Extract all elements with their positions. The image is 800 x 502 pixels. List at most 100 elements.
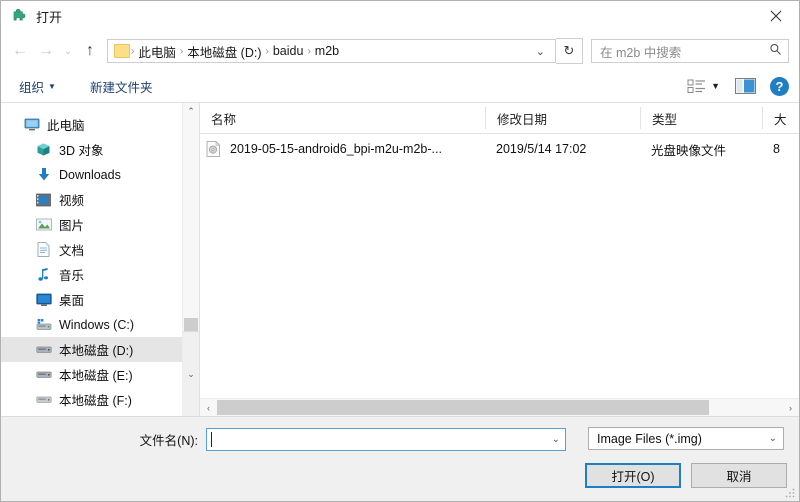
file-name-text: 2019-05-15-android6_bpi-m2u-m2b-... xyxy=(230,142,442,156)
breadcrumb-item-3[interactable]: m2b xyxy=(312,44,342,58)
new-folder-button[interactable]: 新建文件夹 xyxy=(86,75,157,98)
sidebar-item-label: Windows (C:) xyxy=(59,317,135,332)
video-icon xyxy=(35,191,52,208)
sidebar-item-label: 图片 xyxy=(59,219,85,233)
chevron-down-icon: ▼ xyxy=(48,81,56,91)
search-placeholder: 在 m2b 中搜索 xyxy=(600,45,682,60)
sidebar-item-desktop[interactable]: 桌面 xyxy=(1,287,182,312)
filename-label: 文件名(N): xyxy=(139,433,198,448)
sidebar-item-3d-objects[interactable]: 3D 对象 xyxy=(1,137,182,162)
scroll-up-arrow[interactable]: ⌃ xyxy=(183,103,199,120)
file-list-horizontal-scrollbar[interactable]: ‹ › xyxy=(200,398,799,416)
close-icon[interactable] xyxy=(753,1,799,31)
sidebar-item-pictures[interactable]: 图片 xyxy=(1,212,182,237)
search-icon xyxy=(769,43,782,59)
resize-grip[interactable] xyxy=(784,487,796,499)
sidebar-item-videos[interactable]: 视频 xyxy=(1,187,182,212)
sidebar-item-local-disk-f[interactable]: 本地磁盘 (F:) xyxy=(1,387,182,412)
column-header-label: 名称 xyxy=(211,112,237,127)
window-title: 打开 xyxy=(36,10,63,25)
sidebar-item-label: 本地磁盘 (E:) xyxy=(59,369,133,383)
open-file-dialog: 打开 ← → ⌄ ↑ › 此电脑 › 本地磁盘 (D:) › baidu › m… xyxy=(0,0,800,502)
sidebar-item-label: Downloads xyxy=(59,167,121,182)
sidebar-item-label: 音乐 xyxy=(59,269,85,283)
text-cursor xyxy=(211,431,212,447)
sidebar-item-label: 3D 对象 xyxy=(59,144,104,158)
cube-icon xyxy=(35,141,52,158)
filename-input[interactable]: ⌄ xyxy=(206,427,566,451)
dialog-body: 此电脑 3D 对象 Downloads 视频 图片 文档 音乐 桌面 Windo… xyxy=(1,103,799,416)
refresh-button[interactable]: ↻ xyxy=(556,38,583,64)
forward-button[interactable]: → xyxy=(33,38,59,64)
file-list-pane: 名称 ⌃ 修改日期 类型 大 2019-05-15-android6_bpi-m… xyxy=(200,103,799,416)
scrollbar-thumb[interactable] xyxy=(217,400,709,415)
sort-ascending-icon: ⌃ xyxy=(333,107,341,112)
column-header-size[interactable]: 大 xyxy=(762,107,799,129)
open-button[interactable]: 打开(O) xyxy=(585,463,681,488)
monitor-icon xyxy=(23,116,40,133)
picture-icon xyxy=(35,216,52,233)
sidebar-item-label: 本地磁盘 (D:) xyxy=(59,344,134,358)
sidebar-item-documents[interactable]: 文档 xyxy=(1,237,182,262)
breadcrumb[interactable]: › 此电脑 › 本地磁盘 (D:) › baidu › m2b ⌄ xyxy=(107,39,556,63)
disc-image-file-icon xyxy=(206,140,222,158)
file-type-filter-dropdown[interactable]: Image Files (*.img) ⌄ xyxy=(588,427,784,450)
recent-locations-button[interactable]: ⌄ xyxy=(59,38,77,64)
back-button[interactable]: ← xyxy=(7,38,33,64)
breadcrumb-item-1[interactable]: 本地磁盘 (D:) xyxy=(184,42,264,61)
scroll-left-arrow[interactable]: ‹ xyxy=(200,403,217,413)
navigation-pane-scrollbar[interactable]: ⌃ ⌄ xyxy=(182,103,199,416)
address-bar-row: ← → ⌄ ↑ › 此电脑 › 本地磁盘 (D:) › baidu › m2b … xyxy=(1,32,799,70)
music-note-icon xyxy=(35,266,52,283)
column-header-type[interactable]: 类型 xyxy=(640,107,762,129)
chevron-down-icon[interactable]: ⌄ xyxy=(534,45,551,58)
preview-pane-icon[interactable] xyxy=(730,75,760,97)
sidebar-item-windows-c[interactable]: Windows (C:) xyxy=(1,312,182,337)
sidebar-item-label: 文档 xyxy=(59,244,85,258)
cancel-button[interactable]: 取消 xyxy=(691,463,787,488)
toolbar-right-group: ▼ ? xyxy=(685,75,791,97)
system-drive-icon xyxy=(35,316,52,333)
chevron-down-icon: ⌄ xyxy=(768,433,777,444)
sidebar-item-local-disk-e[interactable]: 本地磁盘 (E:) xyxy=(1,362,182,387)
sidebar-item-label: 视频 xyxy=(59,194,85,208)
sidebar-item-label: 桌面 xyxy=(59,294,85,308)
help-icon[interactable]: ? xyxy=(770,76,789,96)
file-rows: 2019-05-15-android6_bpi-m2u-m2b-... 2019… xyxy=(200,134,799,398)
column-header-name[interactable]: 名称 ⌃ xyxy=(200,107,485,129)
folder-icon xyxy=(114,44,130,58)
drive-icon xyxy=(35,341,52,358)
title-bar: 打开 xyxy=(1,1,799,32)
column-header-date[interactable]: 修改日期 xyxy=(485,107,640,129)
sidebar-item-local-disk-d[interactable]: 本地磁盘 (D:) xyxy=(1,337,182,362)
table-row[interactable]: 2019-05-15-android6_bpi-m2u-m2b-... 2019… xyxy=(200,138,799,160)
sidebar-item-label: 此电脑 xyxy=(47,119,85,133)
column-header-row: 名称 ⌃ 修改日期 类型 大 xyxy=(200,103,799,134)
toolbar: 组织 ▼ 新建文件夹 ▼ ? xyxy=(1,70,799,103)
search-input[interactable]: 在 m2b 中搜索 xyxy=(591,39,789,63)
sidebar-item-label: 本地磁盘 (F:) xyxy=(59,394,132,408)
file-name-cell: 2019-05-15-android6_bpi-m2u-m2b-... xyxy=(200,140,485,158)
scroll-right-arrow[interactable]: › xyxy=(782,403,799,413)
file-size-cell: 8 xyxy=(773,142,780,156)
organize-button[interactable]: 组织 ▼ xyxy=(15,75,60,98)
download-icon xyxy=(35,166,52,183)
sidebar-item-downloads[interactable]: Downloads xyxy=(1,162,182,187)
file-type-filter-value: Image Files (*.img) xyxy=(597,431,702,446)
navigation-tree: 此电脑 3D 对象 Downloads 视频 图片 文档 音乐 桌面 Windo… xyxy=(1,103,182,416)
breadcrumb-item-2[interactable]: baidu xyxy=(270,44,307,58)
sidebar-item-this-pc[interactable]: 此电脑 xyxy=(1,112,182,137)
chevron-down-icon[interactable]: ⌄ xyxy=(552,434,560,445)
file-date-cell: 2019/5/14 17:02 xyxy=(496,142,587,156)
desktop-icon xyxy=(35,291,52,308)
view-options-icon[interactable] xyxy=(685,76,709,96)
sidebar-item-music[interactable]: 音乐 xyxy=(1,262,182,287)
view-options-caret-icon[interactable]: ▼ xyxy=(709,81,730,91)
dialog-footer: 文件名(N): ⌄ Image Files (*.img) ⌄ 打开(O) 取消 xyxy=(1,416,799,501)
navigation-pane: 此电脑 3D 对象 Downloads 视频 图片 文档 音乐 桌面 Windo… xyxy=(1,103,200,416)
scrollbar-track[interactable] xyxy=(217,399,782,416)
breadcrumb-item-0[interactable]: 此电脑 xyxy=(135,42,179,61)
up-button[interactable]: ↑ xyxy=(77,38,103,64)
scroll-down-arrow[interactable]: ⌄ xyxy=(183,331,199,416)
drive-icon xyxy=(35,391,52,408)
